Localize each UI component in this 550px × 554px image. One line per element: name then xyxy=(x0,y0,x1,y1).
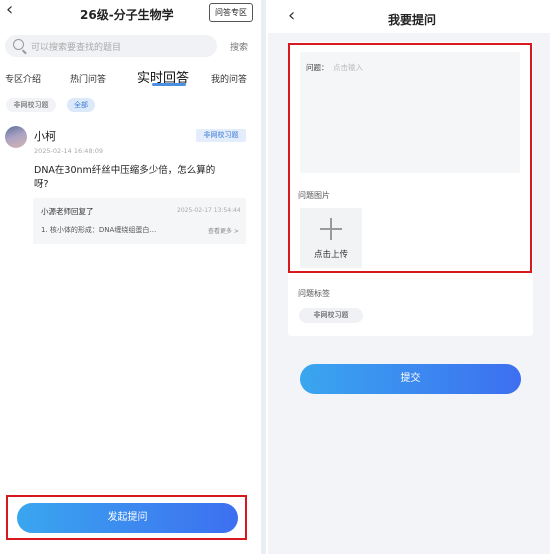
search-placeholder: 可以搜索要查找的题目 xyxy=(31,43,122,53)
tab-hot-qa[interactable]: 热门问答 xyxy=(70,72,106,85)
reply-snippet: 1. 核小体的形成：DNA缠绕组蛋白… xyxy=(41,226,157,234)
search-button[interactable]: 搜索 xyxy=(230,40,248,53)
list-item[interactable]: 小柯 2025-02-14 16:48:09 非网校习题 DNA在30nm纤丝中… xyxy=(0,118,260,252)
reply-timestamp: 2025-02-17 13:54:44 xyxy=(177,207,241,214)
submit-button[interactable]: 提交 xyxy=(300,364,521,394)
user-name: 小柯 xyxy=(34,130,56,143)
filter-chip-all[interactable]: 全部 xyxy=(67,98,95,112)
panel-divider xyxy=(261,0,266,554)
highlight-frame-form xyxy=(288,43,532,273)
tag-chip-non-school[interactable]: 非网校习题 xyxy=(299,308,363,323)
back-arrow-icon[interactable]: ‹ xyxy=(6,1,13,19)
tab-my-qa[interactable]: 我的问答 xyxy=(211,72,247,85)
back-arrow-icon[interactable]: ‹ xyxy=(288,7,295,25)
post-tag-badge: 非网校习题 xyxy=(196,129,246,142)
view-more-link[interactable]: 查看更多 > xyxy=(208,226,239,235)
tab-zone-intro[interactable]: 专区介绍 xyxy=(5,72,41,85)
page-title: 我要提问 xyxy=(388,13,437,27)
ask-question-button[interactable]: 发起提问 xyxy=(17,503,238,533)
page-title: 26级-分子生物学 xyxy=(80,8,174,22)
active-tab-indicator xyxy=(152,83,186,86)
post-timestamp: 2025-02-14 16:48:09 xyxy=(34,147,104,155)
question-list-screen: ‹ 26级-分子生物学 问答专区 可以搜索要查找的题目 搜索 专区介绍 热门问答… xyxy=(0,0,260,554)
teacher-reply-preview[interactable]: 小源老师回复了 2025-02-17 13:54:44 1. 核小体的形成：DN… xyxy=(33,198,246,244)
search-input[interactable]: 可以搜索要查找的题目 xyxy=(5,35,217,57)
reply-author: 小源老师回复了 xyxy=(41,207,94,216)
avatar xyxy=(5,126,27,148)
filter-chip-non-school[interactable]: 非网校习题 xyxy=(6,98,56,112)
question-text: DNA在30nm纤丝中压缩多少倍，怎么算的呀? xyxy=(34,165,216,190)
question-tags-label: 问题标签 xyxy=(298,289,330,298)
search-icon xyxy=(13,39,24,50)
qa-zone-button[interactable]: 问答专区 xyxy=(209,3,253,22)
